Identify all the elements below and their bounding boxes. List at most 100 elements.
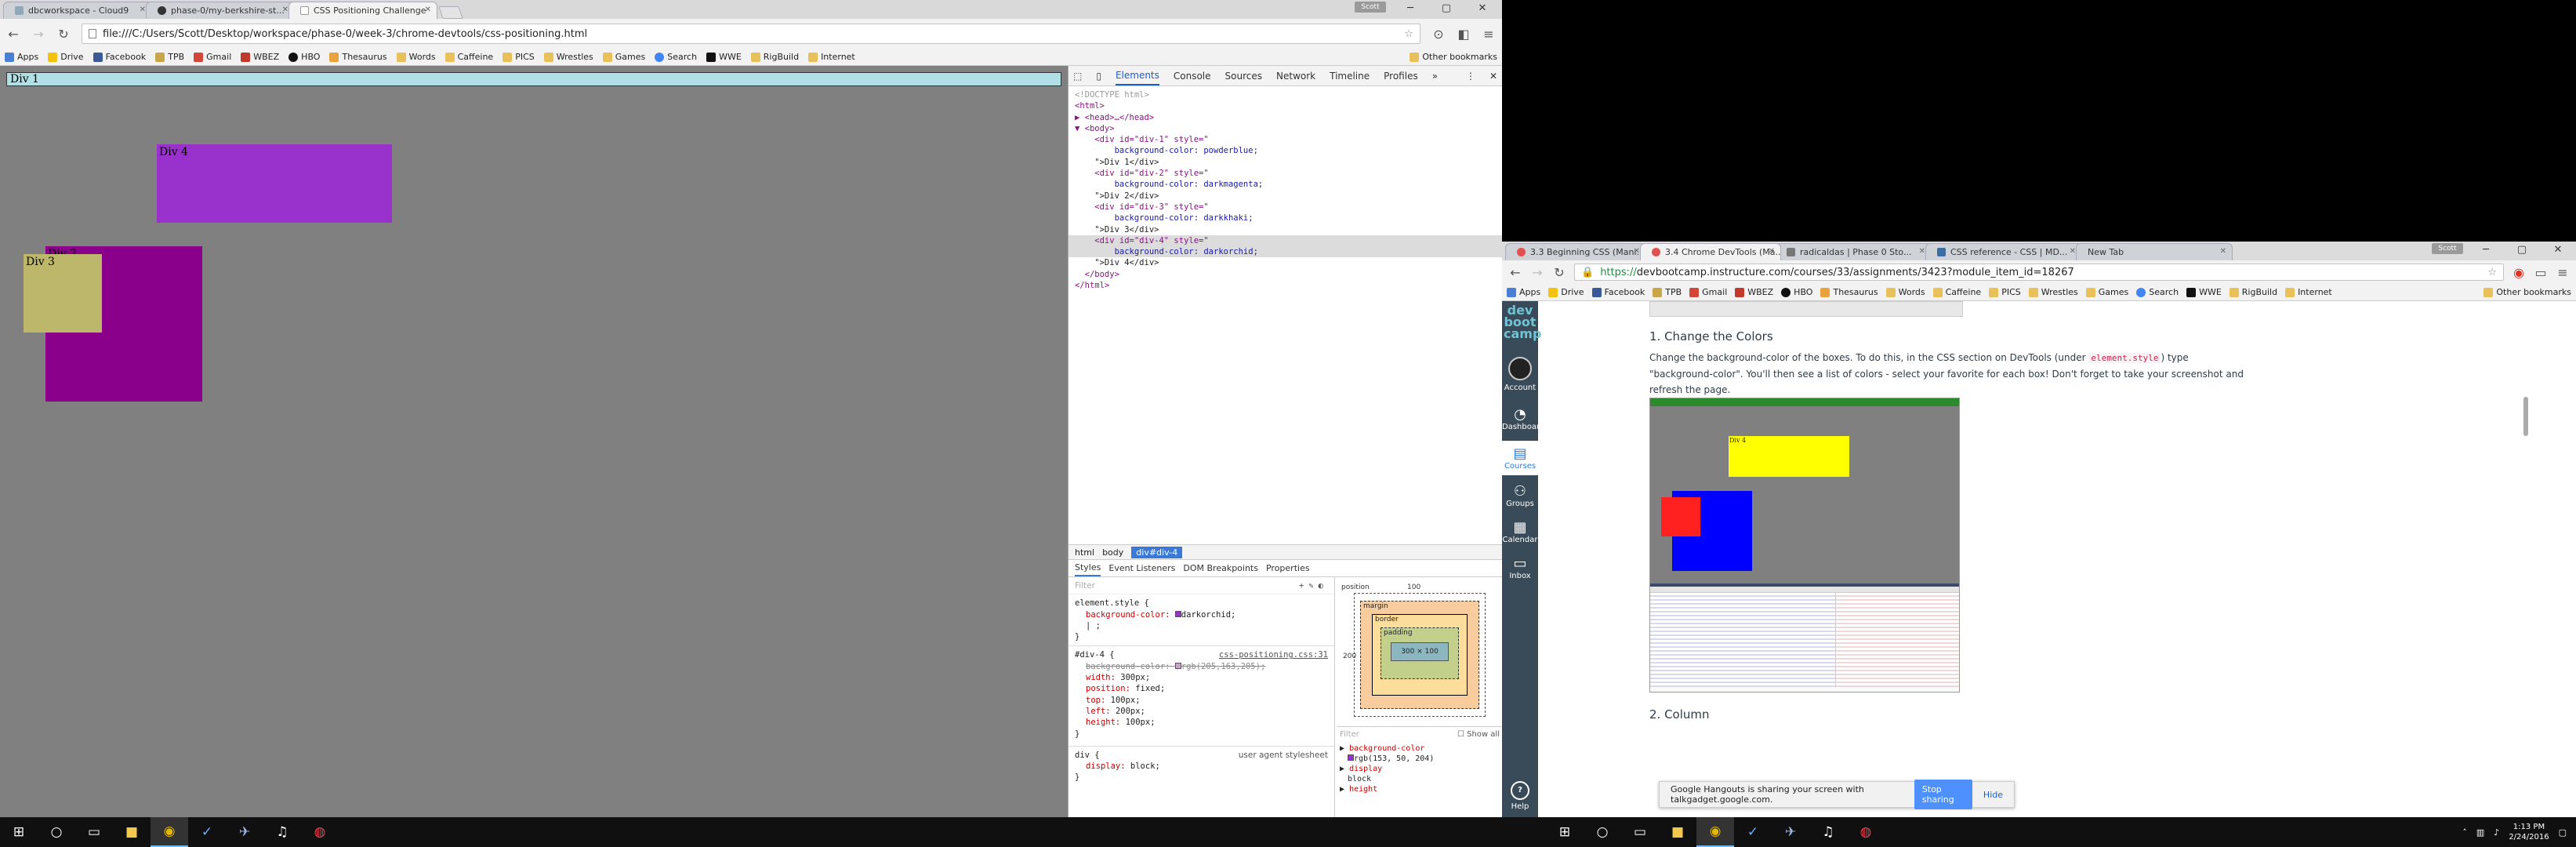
dom-line[interactable]: ">Div 1</div> [1075, 158, 1159, 167]
bookmark-facebook[interactable]: Facebook [93, 52, 146, 62]
star-icon[interactable]: ☆ [1404, 28, 1413, 40]
bookmark-internet[interactable]: Internet [2285, 287, 2332, 297]
bookmark-wrestles[interactable]: Wrestles [2028, 287, 2078, 297]
tab-styles[interactable]: Styles [1075, 560, 1101, 576]
inspect-icon[interactable]: ⬚ [1073, 71, 1082, 82]
computed-prop[interactable]: display [1349, 765, 1382, 773]
network-icon[interactable]: ▥ [2476, 827, 2484, 838]
box-model-padding[interactable]: padding 300 × 100 [1381, 627, 1459, 679]
nav-help[interactable]: ? Help [1502, 781, 1538, 811]
bookmark-games[interactable]: Games [2085, 287, 2128, 297]
css-prop[interactable]: position: [1086, 684, 1130, 693]
maximize-icon[interactable]: ▢ [2504, 242, 2540, 260]
dom-line[interactable]: </body> [1075, 270, 1119, 279]
css-prop[interactable]: top: [1086, 696, 1105, 705]
stop-sharing-button[interactable]: Stop sharing [1914, 780, 1972, 809]
bookmark-words[interactable]: Words [396, 52, 436, 62]
bookmark-facebook[interactable]: Facebook [1591, 287, 1645, 297]
dom-line[interactable]: <div id="div-3" style=" [1075, 202, 1208, 212]
tab-sources[interactable]: Sources [1225, 71, 1262, 82]
css-value[interactable]: 300px; [1120, 673, 1150, 682]
close-window-icon[interactable]: ✕ [1464, 0, 1500, 19]
div-3[interactable]: Div 3 [24, 254, 102, 333]
tray-arrow-icon[interactable]: ˄ [2462, 827, 2467, 838]
reload-icon[interactable]: ↻ [56, 27, 71, 42]
css-value[interactable]: fixed; [1135, 684, 1165, 693]
close-icon[interactable]: ✕ [1634, 247, 1640, 256]
dom-line[interactable]: <div id="div-2" style=" [1075, 169, 1208, 178]
tab-dom-breakpoints[interactable]: DOM Breakpoints [1183, 563, 1258, 573]
bookmark-rigbuild[interactable]: RigBuild [750, 52, 799, 62]
file-explorer-icon[interactable]: ■ [113, 817, 151, 847]
dom-line[interactable]: ">Div 2</div> [1075, 191, 1159, 201]
div-4[interactable]: Div 4 [157, 144, 392, 223]
tab-css-reference[interactable]: CSS reference - CSS | MD... ✕ [1925, 243, 2082, 260]
dom-line[interactable]: ">Div 4</div> [1075, 258, 1159, 267]
dom-line[interactable]: ▼ <body> [1075, 124, 1115, 133]
box-model-margin[interactable]: margin border padding 300 × 100 [1360, 601, 1479, 709]
nav-inbox[interactable]: ▭ Inbox [1502, 555, 1538, 580]
expand-icon[interactable]: ▶ [1340, 765, 1344, 773]
minimize-icon[interactable]: ─ [2468, 242, 2504, 260]
dom-line[interactable]: <html> [1075, 101, 1105, 111]
search-icon-2[interactable]: ○ [1584, 817, 1621, 847]
close-icon[interactable]: ✕ [1769, 247, 1775, 256]
ccleaner-icon-2[interactable]: ◍ [1847, 817, 1885, 847]
bookmark-caffeine[interactable]: Caffeine [444, 52, 493, 62]
close-window-icon[interactable]: ✕ [2540, 242, 2576, 260]
address-bar[interactable]: 🔒 https://devbootcamp.instructure.com/co… [1574, 264, 2504, 281]
css-value[interactable]: 100px; [1126, 718, 1156, 727]
box-model-content[interactable]: 300 × 100 [1391, 642, 1449, 661]
devtools-menu-icon[interactable]: ⋮ [1466, 71, 1475, 82]
css-prop[interactable]: left: [1086, 707, 1111, 716]
css-prop[interactable]: width: [1086, 673, 1116, 682]
task-view-icon[interactable]: ▭ [75, 817, 113, 847]
css-prop[interactable]: background-color: [1086, 662, 1170, 671]
bookmark-games[interactable]: Games [602, 52, 645, 62]
expand-icon[interactable]: ▶ [1340, 785, 1344, 794]
bookmark-wwe[interactable]: WWE [706, 52, 742, 62]
position-top-value[interactable]: 100 [1407, 583, 1420, 591]
close-icon[interactable]: ✕ [2220, 247, 2226, 256]
show-all-checkbox[interactable]: ☐ Show all [1457, 730, 1500, 739]
tab-profiles[interactable]: Profiles [1384, 71, 1418, 82]
bookmark-pics[interactable]: PICS [503, 52, 535, 62]
text-cursor[interactable]: | ; [1075, 620, 1328, 631]
hide-link[interactable]: Hide [1983, 790, 2003, 800]
volume-icon[interactable]: ♪ [2494, 827, 2499, 838]
dom-line[interactable]: <div id="div-1" style=" [1075, 135, 1208, 144]
bookmark-drive[interactable]: Drive [1548, 287, 1584, 297]
maximize-icon[interactable]: ▢ [1428, 0, 1464, 19]
dom-line[interactable]: ▶ <head>…</head> [1075, 113, 1154, 122]
profile-badge[interactable]: Scott [1355, 2, 1386, 13]
close-icon[interactable]: ✕ [140, 5, 146, 14]
bookmark-thesaurus[interactable]: Thesaurus [1820, 287, 1878, 297]
checkmark-app-icon[interactable]: ✓ [188, 817, 226, 847]
tab-cloud9[interactable]: dbcworkspace - Cloud9 ✕ [3, 2, 152, 19]
dom-tree[interactable]: <!DOCTYPE html> <html> ▶ <head>…</head> … [1068, 86, 1502, 294]
back-icon[interactable]: ← [6, 27, 20, 42]
back-icon[interactable]: ← [1508, 265, 1522, 280]
dom-line-selected[interactable]: <div id="div-4" style=" [1075, 236, 1208, 245]
bookmark-apps[interactable]: Apps [5, 52, 38, 62]
bookmark-search[interactable]: Search [2136, 287, 2179, 297]
devtools-close-icon[interactable]: ✕ [1489, 71, 1497, 82]
tab-new[interactable]: New Tab ✕ [2076, 243, 2233, 260]
css-prop[interactable]: background-color: [1086, 610, 1170, 620]
scrollbar-thumb[interactable] [2523, 397, 2528, 436]
tab-event-listeners[interactable]: Event Listeners [1108, 563, 1175, 573]
bookmark-wwe[interactable]: WWE [2186, 287, 2222, 297]
dom-line-selected[interactable]: background-color: darkorchid; [1075, 247, 1258, 256]
bookmark-pics[interactable]: PICS [1989, 287, 2021, 297]
nav-account[interactable]: Account [1502, 357, 1538, 392]
nav-courses[interactable]: ▤ Courses [1502, 441, 1538, 475]
bookmark-hbo[interactable]: HBO [1781, 287, 1812, 297]
forward-icon[interactable]: → [31, 27, 45, 42]
menu-icon[interactable]: ≡ [2556, 265, 2570, 280]
css-value[interactable]: 200px; [1116, 707, 1145, 716]
nav-groups[interactable]: ⚇ Groups [1502, 483, 1538, 508]
reload-icon[interactable]: ↻ [1552, 265, 1566, 280]
bookmark-caffeine[interactable]: Caffeine [1932, 287, 1981, 297]
expand-icon[interactable]: ▶ [1340, 744, 1344, 753]
bookmark-internet[interactable]: Internet [808, 52, 855, 62]
